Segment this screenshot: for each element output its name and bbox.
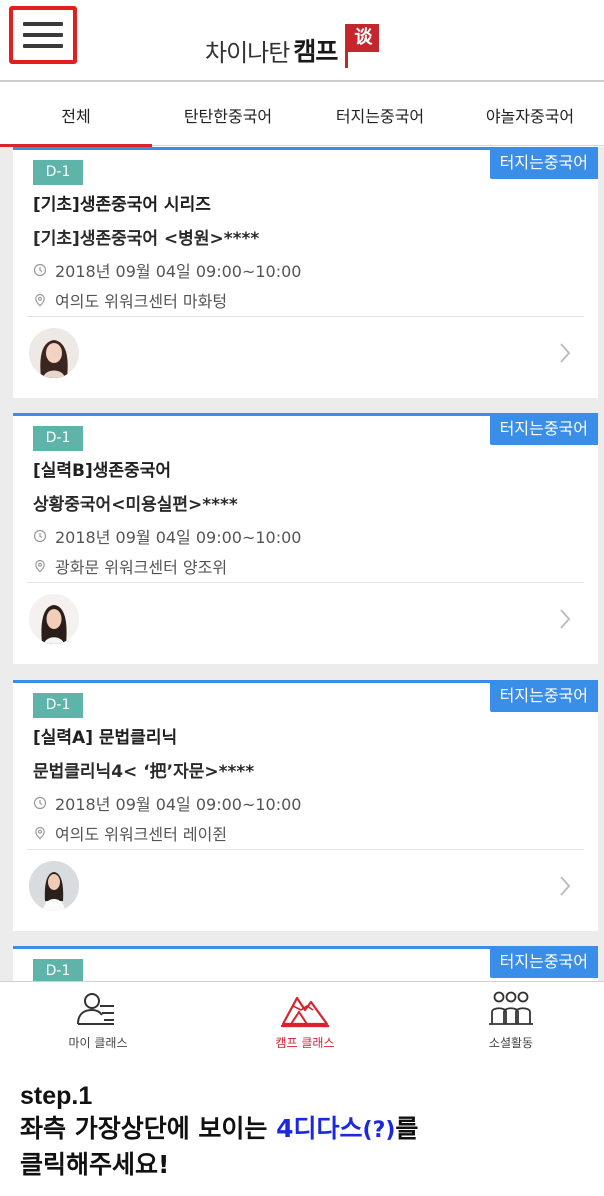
location-pin-icon (35, 293, 45, 307)
class-card[interactable]: 터지는중국어 D-1 [실력B]생존중국어 상황중국어<미용실편>**** 20… (13, 413, 598, 664)
location-pin-icon (35, 559, 45, 573)
camp-class-icon (281, 996, 329, 1028)
clock-icon (33, 529, 47, 543)
clock-icon (33, 263, 47, 277)
class-place: 광화문 위워크센터 양조위 (33, 554, 227, 578)
class-time: 2018년 09월 04일 09:00~10:00 (33, 791, 301, 815)
card-divider (27, 582, 584, 583)
step-number: step.1 (20, 1082, 93, 1110)
nav-label: 소셜활동 (488, 1036, 534, 1050)
class-subtitle: 문법클리닉4< ‘把’자문>**** (33, 762, 255, 782)
dday-badge: D-1 (33, 693, 83, 718)
category-tabs: 전체 탄탄한중국어 터지는중국어 야놀자중국어 (0, 84, 604, 147)
hamburger-menu-button[interactable] (9, 6, 77, 64)
instruction-line-1: 좌측 가장상단에 보이는 4디다스(?)를 (20, 1114, 419, 1143)
instruction-line-2: 클릭해주세요! (20, 1150, 170, 1179)
class-place: 여의도 위워크센터 레이쥔 (33, 821, 227, 845)
app-header: 차이나탄 캠프 谈 (0, 0, 604, 82)
nav-label: 캠프 클래스 (275, 1036, 335, 1050)
card-divider (27, 849, 584, 850)
brand-name-light: 차이나탄 (205, 38, 290, 67)
nav-label: 마이 클래스 (68, 1036, 128, 1050)
tab-all[interactable]: 전체 (0, 84, 152, 147)
dday-badge: D-1 (33, 959, 83, 981)
menu-line-icon (23, 22, 63, 26)
class-subtitle: 상황중국어<미용실편>**** (33, 495, 238, 515)
category-badge: 터지는중국어 (489, 413, 598, 445)
teacher-avatar (29, 594, 79, 644)
tab-yanolja-chinese[interactable]: 야놀자중국어 (456, 84, 604, 146)
class-title: [실력A] 문법클리닉 (33, 728, 178, 748)
class-list: 터지는중국어 D-1 [기초]생존중국어 시리즈 [기초]생존중국어 <병원>*… (0, 147, 604, 981)
nav-my-class[interactable]: 마이 클래스 (38, 990, 158, 1052)
tab-tantan-chinese[interactable]: 탄탄한중국어 (152, 84, 304, 146)
brand-logo[interactable]: 차이나탄 캠프 谈 (205, 24, 380, 70)
chevron-right-icon[interactable] (554, 873, 576, 899)
class-card[interactable]: 터지는중국어 D-1 [실력A] 문법클리닉 문법클리닉4< ‘把’자문>***… (13, 680, 598, 931)
brand-name-bold: 캠프 (293, 37, 338, 66)
class-time: 2018년 09월 04일 09:00~10:00 (33, 524, 301, 548)
class-card[interactable]: 터지는중국어 D-1 [기초]생존중국어 시리즈 [기초]생존중국어 <병원>*… (13, 147, 598, 398)
instruction-highlight-question: (?) (362, 1118, 396, 1143)
nav-camp-class[interactable]: 캠프 클래스 (245, 990, 365, 1052)
location-pin-icon (35, 826, 45, 840)
social-icon (489, 991, 533, 1025)
class-card[interactable]: 터지는중국어 D-1 (13, 946, 598, 981)
tab-teojineun-chinese[interactable]: 터지는중국어 (304, 84, 456, 146)
category-badge: 터지는중국어 (489, 147, 598, 179)
flag-logo-icon: 谈 (341, 22, 380, 68)
menu-line-icon (23, 33, 63, 37)
clock-icon (33, 796, 47, 810)
category-badge: 터지는중국어 (489, 946, 598, 978)
chevron-right-icon[interactable] (554, 606, 576, 632)
class-place: 여의도 위워크센터 마화텅 (33, 288, 227, 312)
category-badge: 터지는중국어 (489, 680, 598, 712)
instruction-highlight: 4디다스 (276, 1114, 363, 1143)
class-time: 2018년 09월 04일 09:00~10:00 (33, 258, 301, 282)
dday-badge: D-1 (33, 160, 83, 185)
tutorial-instruction: step.1 좌측 가장상단에 보이는 4디다스(?)를 클릭해주세요! (20, 1080, 590, 1182)
dday-badge: D-1 (33, 426, 83, 451)
teacher-avatar (29, 328, 79, 378)
chevron-right-icon[interactable] (554, 340, 576, 366)
card-divider (27, 316, 584, 317)
bottom-navigation: 마이 클래스 캠프 클래스 소셜활동 (0, 981, 604, 1057)
my-class-icon (77, 993, 114, 1025)
class-subtitle: [기초]생존중국어 <병원>**** (33, 229, 260, 249)
nav-social[interactable]: 소셜활동 (451, 990, 571, 1052)
class-title: [실력B]생존중국어 (33, 461, 171, 481)
menu-line-icon (23, 44, 63, 48)
teacher-avatar (29, 861, 79, 911)
class-title: [기초]생존중국어 시리즈 (33, 195, 211, 215)
